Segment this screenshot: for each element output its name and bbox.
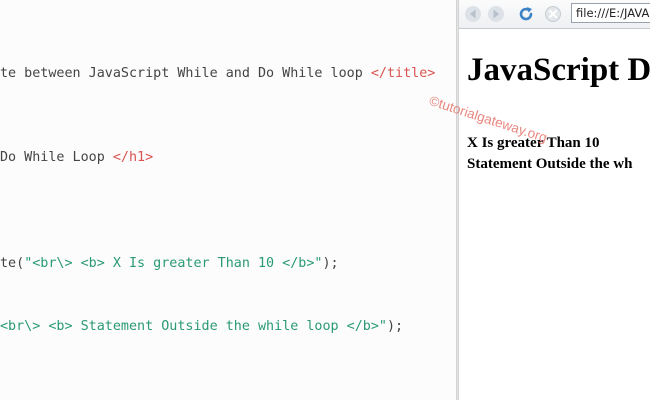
reload-button[interactable] bbox=[516, 4, 536, 24]
code-text: te between JavaScript While and Do While… bbox=[0, 66, 371, 81]
code-line-write-1: te("<br\> <b> X Is greater Than 10 </b>"… bbox=[0, 255, 339, 273]
address-bar[interactable]: file:///E:/JAVA bbox=[571, 3, 650, 23]
code-tag: </h1> bbox=[112, 150, 154, 165]
forward-button[interactable] bbox=[486, 4, 506, 24]
code-string: <br\> <b> Statement Outside the while lo… bbox=[0, 319, 387, 334]
code-line-h1: Do While Loop </h1> bbox=[0, 149, 153, 167]
browser-page: JavaScript D X Is greater Than 10 Statem… bbox=[459, 29, 650, 400]
output-line: Statement Outside the wh bbox=[467, 156, 633, 172]
code-string: "<br\> <b> X Is greater Than 10 </b>" bbox=[24, 256, 323, 271]
code-text: te( bbox=[0, 256, 25, 271]
stop-button[interactable] bbox=[543, 4, 563, 24]
output-line: X Is greater Than 10 bbox=[467, 135, 600, 151]
code-tag: </title> bbox=[370, 66, 436, 81]
browser-window: file:///E:/JAVA JavaScript D X Is greate… bbox=[459, 0, 650, 400]
code-line-title: te between JavaScript While and Do While… bbox=[0, 65, 435, 83]
stop-icon bbox=[545, 6, 561, 22]
page-heading: JavaScript D bbox=[467, 52, 650, 88]
code-text: ); bbox=[322, 256, 339, 271]
code-line-write-2: <br\> <b> Statement Outside the while lo… bbox=[0, 318, 403, 336]
forward-arrow-icon bbox=[488, 6, 504, 22]
reload-icon bbox=[519, 7, 533, 21]
back-button[interactable] bbox=[463, 4, 483, 24]
code-editor[interactable]: te between JavaScript While and Do While… bbox=[0, 0, 456, 400]
screenshot-frame: te between JavaScript While and Do While… bbox=[0, 0, 650, 400]
back-arrow-icon bbox=[465, 6, 481, 22]
code-text: ); bbox=[386, 319, 404, 334]
browser-toolbar: file:///E:/JAVA bbox=[459, 0, 650, 29]
code-text: Do While Loop bbox=[0, 150, 113, 165]
